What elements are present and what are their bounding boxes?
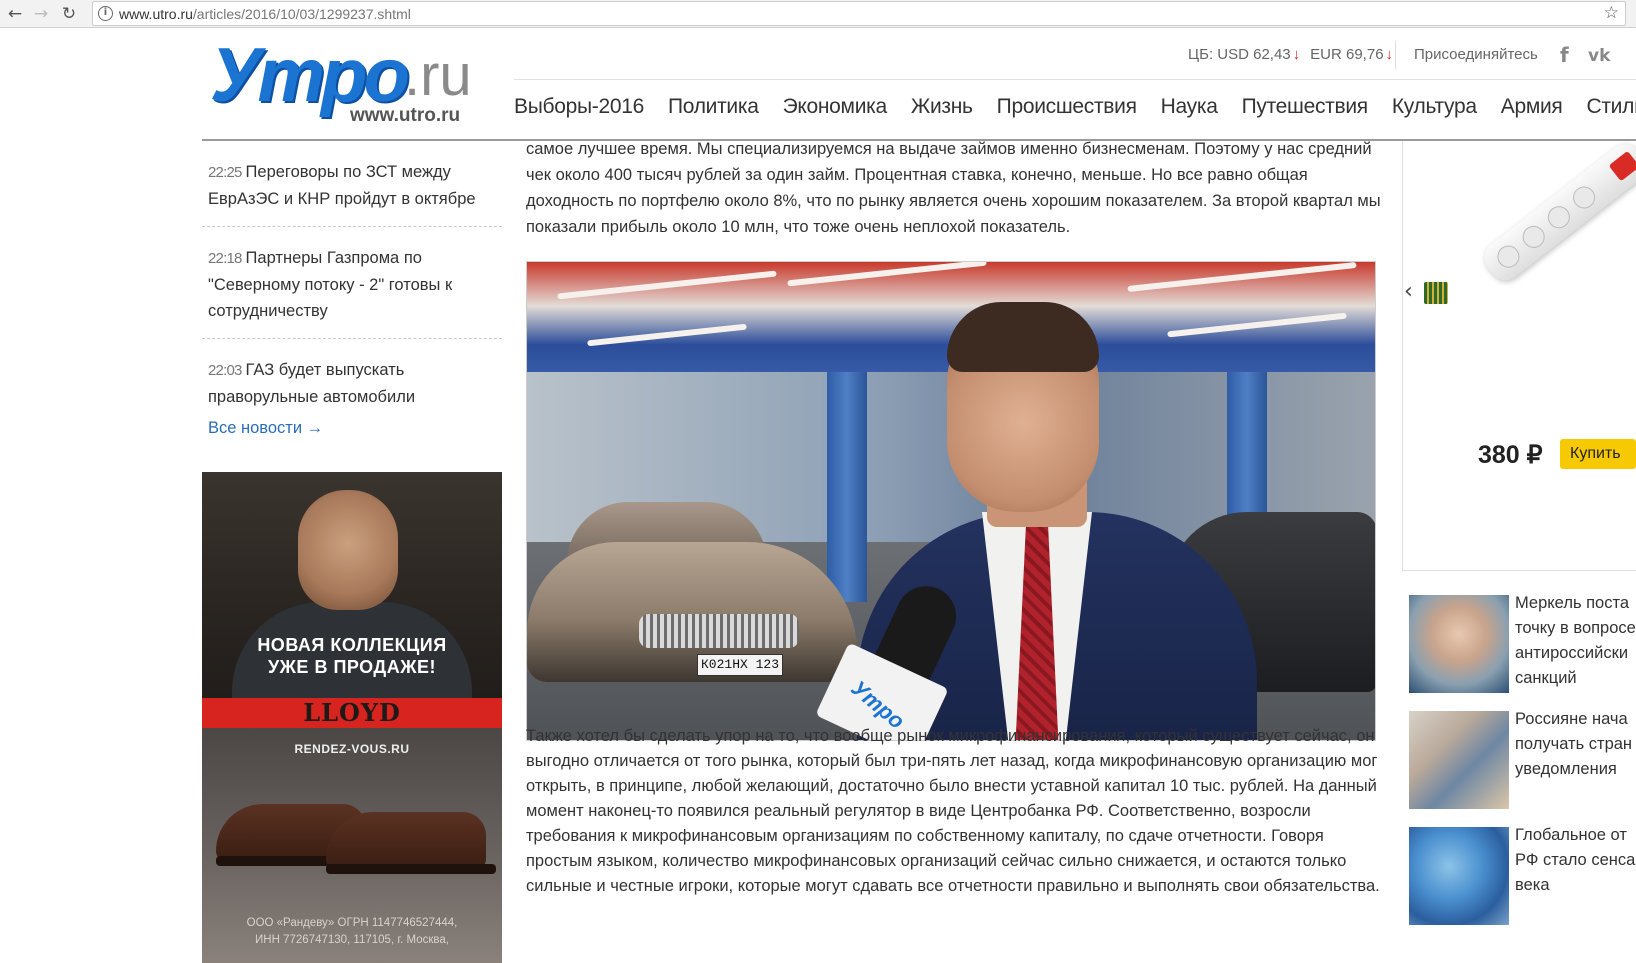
article-paragraph-2: Также хотел бы сделать упор на то, что в… xyxy=(526,724,1382,899)
nav-item-incidents[interactable]: Происшествия xyxy=(997,95,1137,119)
title-line: точку в вопросе xyxy=(1515,619,1636,637)
nav-item-elections[interactable]: Выборы-2016 xyxy=(514,95,644,119)
title-line: Меркель поста xyxy=(1515,594,1630,612)
reload-icon[interactable]: ↻ xyxy=(58,3,80,25)
address-bar[interactable]: i www.utro.ru/articles/2016/10/03/129923… xyxy=(92,1,1626,26)
nav-top-divider xyxy=(514,79,1636,80)
news-time: 22:25 xyxy=(208,164,242,181)
socket-shape xyxy=(1518,221,1550,253)
ad-headline: НОВАЯ КОЛЛЕКЦИЯ УЖЕ В ПРОДАЖЕ! xyxy=(257,635,447,677)
article-text: Также хотел бы сделать упор на то, что в… xyxy=(526,727,1380,895)
side-news-title: Россияне нача получать стран уведомления xyxy=(1515,707,1636,782)
car-grill xyxy=(639,614,799,648)
news-item[interactable]: 22:18 Партнеры Газпрома по "Северному пот… xyxy=(202,227,502,339)
nav-item-travel[interactable]: Путешествия xyxy=(1242,95,1369,119)
logo-subtitle: www.utro.ru xyxy=(350,105,461,126)
title-line: санкций xyxy=(1515,669,1577,687)
photo-man-hair xyxy=(947,302,1099,372)
info-icon[interactable]: i xyxy=(98,6,113,21)
shoe-image xyxy=(326,812,486,870)
article-photo[interactable]: К021НХ 123 Утро xyxy=(526,261,1376,741)
currency-rates: ЦБ: USD 62,43 ↓ EUR 69,76 ↓ xyxy=(1188,46,1403,63)
side-news-thumb xyxy=(1409,711,1509,809)
site-logo[interactable]: Утро .ru www.utro.ru xyxy=(210,35,480,129)
nav-item-style[interactable]: Стиль xyxy=(1587,95,1636,119)
main-nav: Выборы-2016 Политика Экономика Жизнь Происше… xyxy=(514,95,1636,129)
news-time: 22:03 xyxy=(208,362,242,379)
forward-arrow-icon[interactable]: → xyxy=(30,3,52,25)
side-news-title: Меркель поста точку в вопросе антироссий… xyxy=(1515,591,1636,691)
news-time: 22:18 xyxy=(208,250,242,267)
usd-rate: ЦБ: USD 62,43 xyxy=(1188,46,1291,63)
article-paragraph-1: самое лучшее время. Мы специализируемся … xyxy=(526,136,1382,240)
buy-button[interactable]: Купить xyxy=(1560,439,1636,469)
eur-rate: EUR 69,76 xyxy=(1310,46,1384,63)
side-news-title: Глобальное от РФ стало сенса века xyxy=(1515,823,1636,898)
shoe-sole xyxy=(326,864,496,874)
ad-legal-text: ООО «Рандеву» ОГРН 1147746527444, ИНН 77… xyxy=(246,917,458,946)
vk-icon[interactable]: vk xyxy=(1588,46,1610,66)
nav-item-economy[interactable]: Экономика xyxy=(783,95,888,119)
ad-model-head xyxy=(298,490,398,610)
facebook-icon[interactable]: f xyxy=(1560,43,1569,67)
news-item[interactable]: 22:25 Переговоры по ЗСТ между ЕврАзЭС и К… xyxy=(202,141,502,227)
url-text[interactable]: www.utro.ru/articles/2016/10/03/1299237.… xyxy=(119,6,411,22)
news-item[interactable]: 22:03 ГАЗ будет выпускать праворульные ав… xyxy=(202,339,502,424)
article-text: самое лучшее время. Мы специализируемся … xyxy=(526,140,1381,236)
power-switch xyxy=(1608,150,1636,182)
page: Утро .ru www.utro.ru ЦБ: USD 62,43 ↓ EUR 6… xyxy=(0,29,1636,963)
logo-tld: .ru xyxy=(404,43,472,108)
title-line: антироссийски xyxy=(1515,644,1629,662)
down-arrow-icon: ↓ xyxy=(1385,46,1394,63)
car-plate: К021НХ 123 xyxy=(697,654,783,676)
socket-shape xyxy=(1492,241,1524,273)
chevron-left-icon[interactable]: ‹ xyxy=(1404,279,1413,304)
nav-item-culture[interactable]: Культура xyxy=(1392,95,1477,119)
down-arrow-icon: ↓ xyxy=(1292,46,1301,63)
photo-volga-car: К021НХ 123 xyxy=(527,502,857,702)
title-line: века xyxy=(1515,876,1550,894)
news-title: Партнеры Газпрома по "Северному потоку -… xyxy=(208,249,453,320)
all-news-link[interactable]: Все новости → xyxy=(208,419,323,438)
divider xyxy=(1395,41,1396,69)
join-label: Присоединяйтесь xyxy=(1414,46,1538,63)
car-body xyxy=(527,542,857,682)
ad-brand-logo: LLOYD xyxy=(202,698,502,728)
nav-item-army[interactable]: Армия xyxy=(1501,95,1563,119)
socket-shape xyxy=(1568,182,1600,213)
nav-item-science[interactable]: Наука xyxy=(1161,95,1218,119)
news-title: Переговоры по ЗСТ между ЕврАзЭС и КНР пр… xyxy=(208,163,476,208)
product-price: 380 ₽ xyxy=(1478,441,1543,469)
browser-toolbar: ← → ↻ i www.utro.ru/articles/2016/10/03/… xyxy=(0,0,1636,28)
title-line: Глобальное от xyxy=(1515,826,1627,844)
title-line: уведомления xyxy=(1515,760,1617,778)
socket-shape xyxy=(1543,201,1575,233)
ad-site: RENDEZ-VOUS.RU xyxy=(294,742,410,756)
news-list: 22:25 Переговоры по ЗСТ между ЕврАзЭС и К… xyxy=(202,141,502,424)
nav-item-politics[interactable]: Политика xyxy=(668,95,759,119)
url-path: /articles/2016/10/03/1299237.shtml xyxy=(192,6,411,22)
side-news-thumb xyxy=(1409,595,1509,693)
title-line: РФ стало сенса xyxy=(1515,851,1636,869)
nav-item-life[interactable]: Жизнь xyxy=(911,95,973,119)
lloyd-ad-banner[interactable]: НОВАЯ КОЛЛЕКЦИЯ УЖЕ В ПРОДАЖЕ! LLOYD REN… xyxy=(202,472,502,963)
url-host: www.utro.ru xyxy=(119,6,193,22)
side-news-thumb xyxy=(1409,827,1509,925)
product-thumb-chip[interactable] xyxy=(1424,282,1448,304)
title-line: Россияне нача xyxy=(1515,710,1628,728)
bookmark-star-icon[interactable]: ☆ xyxy=(1604,3,1619,23)
back-arrow-icon[interactable]: ← xyxy=(4,3,26,25)
title-line: получать стран xyxy=(1515,735,1633,753)
